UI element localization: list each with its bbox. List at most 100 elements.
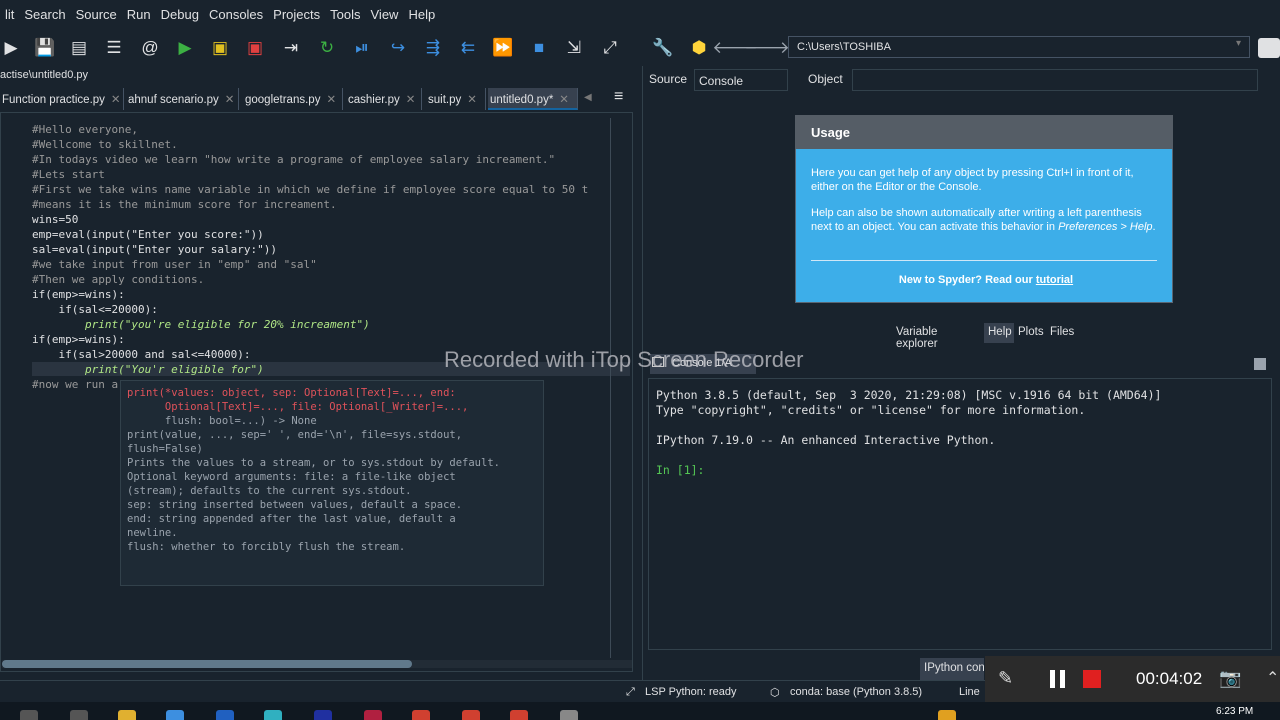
- task-view-icon[interactable]: [70, 710, 88, 720]
- tab-plots[interactable]: Plots: [1014, 323, 1048, 343]
- new-file-icon[interactable]: ▶: [0, 36, 22, 58]
- stop-console-icon[interactable]: [1254, 358, 1266, 370]
- recorder-watermark: Recorded with iTop Screen Recorder: [444, 347, 804, 372]
- usage-text-1: Here you can get help of any object by p…: [811, 167, 1134, 193]
- code-line: #Lets start: [32, 168, 105, 181]
- step-into-icon[interactable]: ⇶: [422, 36, 444, 58]
- chevron-down-icon[interactable]: ▾: [1236, 38, 1250, 56]
- close-icon[interactable]: ✕: [406, 94, 416, 106]
- tab-variable-explorer[interactable]: Variable explorer: [892, 323, 942, 350]
- chrome-icon[interactable]: [510, 710, 528, 720]
- menu-help[interactable]: Help: [403, 7, 440, 22]
- menu-view[interactable]: View: [366, 7, 404, 22]
- editor-file-path: actise\untitled0.py: [0, 69, 89, 81]
- calltip-line: Prints the values to a stream, or to sys…: [127, 457, 500, 469]
- source-select[interactable]: Console: [694, 69, 788, 91]
- debug-icon[interactable]: ⏯: [351, 36, 373, 58]
- code-line: #Wellcome to skillnet.: [32, 138, 178, 151]
- source-label: Source: [649, 72, 688, 86]
- menu-search[interactable]: Search: [19, 7, 70, 22]
- menu-run[interactable]: Run: [122, 7, 156, 22]
- calltip-popup: print(*values: object, sep: Optional[Tex…: [120, 380, 544, 586]
- stop-debug-icon[interactable]: ■: [528, 36, 550, 58]
- app-icon[interactable]: [314, 710, 332, 720]
- file-explorer-icon[interactable]: [118, 710, 136, 720]
- close-icon[interactable]: ✕: [225, 94, 235, 106]
- browse-directory-button[interactable]: [1258, 38, 1280, 58]
- step-icon[interactable]: ↪: [387, 36, 409, 58]
- tab-function-practice[interactable]: Function practice.py ✕: [0, 88, 124, 110]
- tab-ahnuf-scenario[interactable]: ahnuf scenario.py ✕: [126, 88, 239, 110]
- conda-status: conda: base (Python 3.8.5): [790, 686, 923, 698]
- save-icon[interactable]: 💾: [34, 36, 56, 58]
- code-line: #First we take wins name variable in whi…: [32, 183, 589, 196]
- search-icon[interactable]: [20, 710, 38, 720]
- camera-icon[interactable]: 📷: [1219, 668, 1241, 689]
- code-line: #we take input from user in "emp" and "s…: [32, 258, 317, 271]
- menu-tools[interactable]: Tools: [325, 7, 365, 22]
- save-all-icon[interactable]: ▤: [68, 36, 90, 58]
- console-line: Python 3.8.5 (default, Sep 3 2020, 21:29…: [656, 388, 1162, 402]
- edge-icon[interactable]: [216, 710, 234, 720]
- tab-help[interactable]: Help: [984, 323, 1016, 343]
- tab-googletrans[interactable]: googletrans.py ✕: [243, 88, 343, 110]
- store-icon[interactable]: [166, 710, 184, 720]
- tab-label: suit.py: [428, 94, 462, 106]
- close-icon[interactable]: ✕: [326, 94, 336, 106]
- tab-scroll-left-icon[interactable]: ◀: [584, 92, 592, 103]
- pause-icon[interactable]: [1050, 670, 1055, 688]
- tab-files[interactable]: Files: [1046, 323, 1079, 343]
- list-icon[interactable]: ☰: [103, 36, 125, 58]
- rerun-icon[interactable]: ↻: [316, 36, 338, 58]
- calltip-line: print(*values: object, sep: Optional[Tex…: [127, 387, 456, 399]
- pen-icon[interactable]: ✎: [998, 668, 1013, 689]
- tab-untitled0[interactable]: untitled0.py* ✕: [488, 88, 578, 110]
- close-icon[interactable]: ✕: [559, 94, 569, 106]
- forward-arrow-icon[interactable]: 🡒: [744, 36, 790, 58]
- calltip-line: flush=False): [127, 443, 203, 455]
- fullscreen-icon[interactable]: ⤢: [599, 36, 621, 58]
- menu-consoles[interactable]: Consoles: [204, 7, 268, 22]
- continue-icon[interactable]: ⏩: [492, 36, 514, 58]
- tab-label: untitled0.py*: [490, 94, 554, 106]
- run-cell-icon[interactable]: ▣: [209, 36, 231, 58]
- tab-cashier[interactable]: cashier.py ✕: [346, 88, 422, 110]
- menu-source[interactable]: Source: [71, 7, 122, 22]
- code-line: sal=eval(input("Enter your salary:")): [32, 243, 278, 256]
- menu-edit[interactable]: lit: [0, 7, 19, 22]
- usage-text-2: Help can also be shown automatically aft…: [811, 206, 1161, 234]
- tools-icon[interactable]: 🔧: [652, 36, 674, 58]
- pause-icon[interactable]: [1060, 670, 1065, 688]
- menu-debug[interactable]: Debug: [156, 7, 204, 22]
- scrollbar-thumb[interactable]: [2, 660, 412, 668]
- at-icon[interactable]: @: [139, 36, 161, 58]
- close-icon[interactable]: ✕: [111, 94, 121, 106]
- chrome-icon[interactable]: [462, 710, 480, 720]
- run-selection-icon[interactable]: ⇥: [280, 36, 302, 58]
- python-icon[interactable]: ⬢: [688, 36, 710, 58]
- spyder-icon[interactable]: [560, 710, 578, 720]
- recording-time: 00:04:02: [1136, 669, 1203, 688]
- object-input[interactable]: [852, 69, 1258, 91]
- options-menu-icon[interactable]: ≡: [614, 88, 623, 106]
- step-return-icon[interactable]: ⇇: [457, 36, 479, 58]
- browser-icon[interactable]: [264, 710, 282, 720]
- console-output[interactable]: Python 3.8.5 (default, Sep 3 2020, 21:29…: [656, 388, 1161, 478]
- close-icon[interactable]: ✕: [467, 94, 477, 106]
- chevron-icon[interactable]: ⌃: [1266, 668, 1279, 688]
- back-arrow-icon[interactable]: 🡐: [712, 36, 758, 58]
- tab-ipython-console[interactable]: IPython console: [920, 658, 984, 680]
- run-cell-advance-icon[interactable]: ▣: [244, 36, 266, 58]
- tutorial-link[interactable]: tutorial: [1036, 274, 1073, 286]
- maximize-pane-icon[interactable]: ⇲: [563, 36, 585, 58]
- calltip-line: end: string appended after the last valu…: [127, 513, 456, 525]
- console-line: IPython 7.19.0 -- An enhanced Interactiv…: [656, 433, 996, 447]
- chrome-icon[interactable]: [412, 710, 430, 720]
- stop-record-button[interactable]: [1083, 670, 1101, 688]
- tab-suit[interactable]: suit.py ✕: [426, 88, 486, 110]
- menu-projects[interactable]: Projects: [268, 7, 325, 22]
- working-directory-input[interactable]: C:\Users\TOSHIBA: [788, 36, 1250, 58]
- run-icon[interactable]: ▶: [174, 36, 196, 58]
- app-icon[interactable]: [364, 710, 382, 720]
